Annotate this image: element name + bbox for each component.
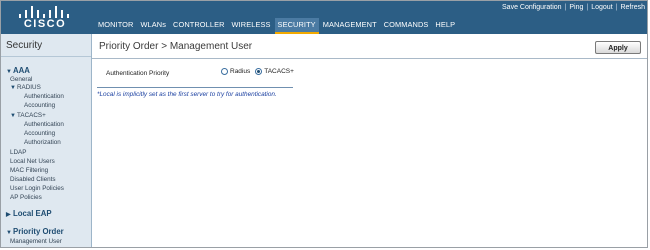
sidebar-title: Security xyxy=(6,40,43,51)
sidebar-item-radius-accounting[interactable]: Accounting xyxy=(24,102,55,109)
authentication-priority-label: Authentication Priority xyxy=(106,70,170,77)
sidebar-item-ap-policies[interactable]: AP Policies xyxy=(10,194,42,201)
tacacs-radio-label[interactable]: TACACS+ xyxy=(264,68,294,75)
menu-wireless[interactable]: WIRELESS xyxy=(229,18,274,34)
sidebar-item-mac-filtering[interactable]: MAC Filtering xyxy=(10,167,48,174)
expand-down-icon: ▼ xyxy=(10,113,16,119)
menu-commands[interactable]: COMMANDS xyxy=(381,18,432,34)
menu-security[interactable]: SECURITY xyxy=(274,18,319,34)
title-divider xyxy=(92,58,647,59)
apply-button[interactable]: Apply xyxy=(595,41,641,54)
sidebar-item-label: Priority Order xyxy=(13,227,64,236)
sidebar-item-management-user[interactable]: Management User xyxy=(10,238,62,245)
main-menu: MONITOR WLANs CONTROLLER WIRELESS SECURI… xyxy=(95,18,459,34)
sidebar-item-tacacs-accounting[interactable]: Accounting xyxy=(24,130,55,137)
sidebar-item-disabled-clients[interactable]: Disabled Clients xyxy=(10,176,56,183)
sidebar-item-local-net-users[interactable]: Local Net Users xyxy=(10,158,55,165)
expand-right-icon: ▶ xyxy=(6,212,11,218)
window-frame: CISCO Save Configuration | Ping | Logout | Ref… xyxy=(0,0,648,248)
sidebar-item-label: TACACS+ xyxy=(17,112,46,119)
refresh-link[interactable]: Refresh xyxy=(620,4,645,11)
tacacs-radio[interactable] xyxy=(255,68,263,75)
top-bar: CISCO Save Configuration | Ping | Logout | Ref… xyxy=(1,1,647,34)
authentication-priority-radio-group: Radius TACACS+ xyxy=(221,68,299,75)
save-configuration-link[interactable]: Save Configuration xyxy=(502,4,562,11)
menu-monitor[interactable]: MONITOR xyxy=(95,18,136,34)
cisco-logo: CISCO xyxy=(15,4,75,32)
page-title: Priority Order > Management User xyxy=(99,41,253,52)
sidebar-item-priority-order[interactable]: ▼Priority Order xyxy=(6,227,64,236)
menu-management[interactable]: MANAGEMENT xyxy=(320,18,380,34)
sidebar-item-radius-authentication[interactable]: Authentication xyxy=(24,93,64,100)
menu-help[interactable]: HELP xyxy=(432,18,458,34)
sidebar-item-ldap[interactable]: LDAP xyxy=(10,149,26,156)
sidebar-item-tacacs-authentication[interactable]: Authentication xyxy=(24,121,64,128)
sidebar-item-general[interactable]: General xyxy=(10,76,32,83)
expand-down-icon: ▼ xyxy=(6,230,12,236)
top-links: Save Configuration | Ping | Logout | Refresh xyxy=(502,4,645,11)
sidebar-item-aaa[interactable]: ▼AAA xyxy=(6,66,30,75)
sidebar-item-tacacs-authorization[interactable]: Authorization xyxy=(24,139,61,146)
cisco-logo-text: CISCO xyxy=(23,18,67,30)
main-content: Priority Order > Management User Apply A… xyxy=(92,34,647,247)
menu-wlans[interactable]: WLANs xyxy=(137,18,169,34)
sidebar-item-local-eap[interactable]: ▶ Local EAP xyxy=(6,209,52,218)
ping-link[interactable]: Ping xyxy=(569,4,583,11)
cisco-logo-bars-icon xyxy=(19,4,71,18)
radius-radio[interactable] xyxy=(221,68,228,75)
local-auth-note: *Local is implicitly set as the first se… xyxy=(97,91,277,98)
sidebar-divider xyxy=(1,56,91,57)
sidebar-item-tacacs[interactable]: ▼TACACS+ xyxy=(10,112,46,119)
sidebar-item-user-login-policies[interactable]: User Login Policies xyxy=(10,185,64,192)
menu-controller[interactable]: CONTROLLER xyxy=(170,18,228,34)
sidebar-item-radius[interactable]: ▼RADIUS xyxy=(10,84,41,91)
logout-link[interactable]: Logout xyxy=(591,4,612,11)
section-divider xyxy=(97,87,293,88)
sidebar: Security ▼AAA General ▼RADIUS Authentica… xyxy=(1,34,92,247)
sidebar-item-label: Local EAP xyxy=(13,209,52,218)
expand-down-icon: ▼ xyxy=(6,69,12,75)
expand-down-icon: ▼ xyxy=(10,85,16,91)
radius-radio-label[interactable]: Radius xyxy=(230,68,250,75)
sidebar-item-label: AAA xyxy=(13,66,30,75)
sidebar-item-label: RADIUS xyxy=(17,84,41,91)
